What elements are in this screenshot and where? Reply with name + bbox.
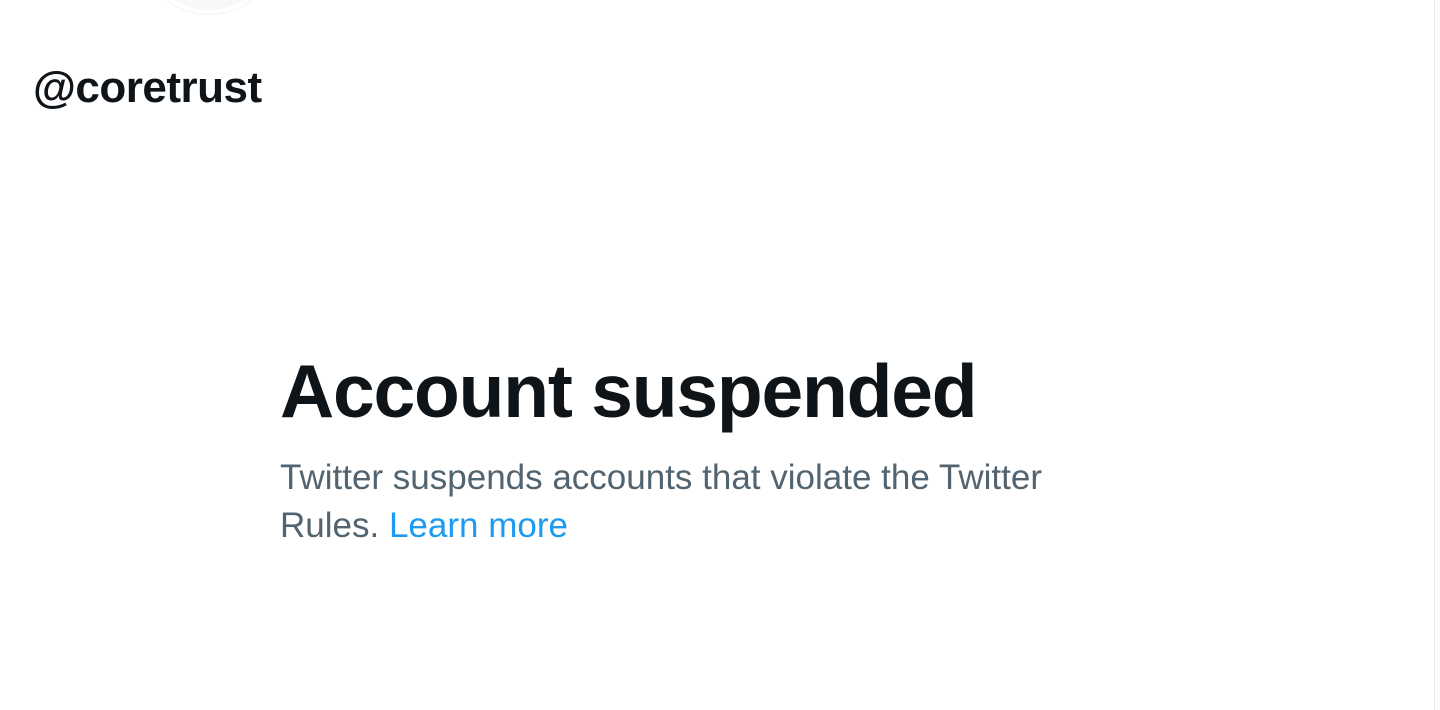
notice-title: Account suspended <box>280 349 978 433</box>
profile-handle: @coretrust <box>33 63 262 112</box>
notice-message: Twitter suspends accounts that violate t… <box>280 454 1110 550</box>
learn-more-link[interactable]: Learn more <box>389 506 568 545</box>
suspension-notice: Account suspended Twitter suspends accou… <box>280 348 1110 550</box>
avatar[interactable] <box>138 0 280 14</box>
profile-page: @coretrust Account suspended Twitter sus… <box>0 0 1440 710</box>
page-divider <box>1434 0 1435 710</box>
